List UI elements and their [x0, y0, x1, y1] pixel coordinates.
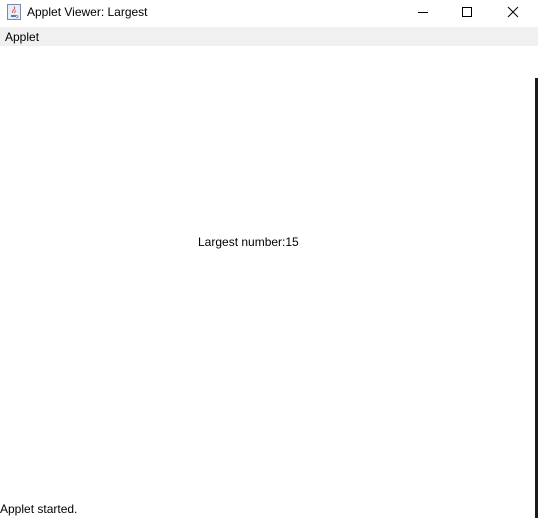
minimize-icon	[418, 12, 428, 13]
applet-canvas: Largest number:15	[0, 46, 536, 498]
close-icon	[507, 6, 519, 18]
menu-bar: Applet	[0, 27, 538, 46]
maximize-button[interactable]	[444, 0, 490, 24]
title-bar[interactable]: Applet Viewer: Largest	[0, 0, 538, 26]
menu-applet[interactable]: Applet	[5, 30, 39, 44]
java-cup-icon	[7, 4, 21, 20]
applet-viewer-window: Applet Viewer: Largest Applet Largest nu…	[0, 0, 538, 518]
status-text: Applet started.	[0, 502, 78, 516]
status-bar: Applet started.	[0, 500, 535, 518]
minimize-button[interactable]	[400, 0, 446, 24]
maximize-icon	[462, 7, 472, 17]
close-button[interactable]	[490, 0, 536, 24]
largest-number-output: Largest number:15	[198, 235, 299, 249]
window-title: Applet Viewer: Largest	[27, 5, 148, 19]
